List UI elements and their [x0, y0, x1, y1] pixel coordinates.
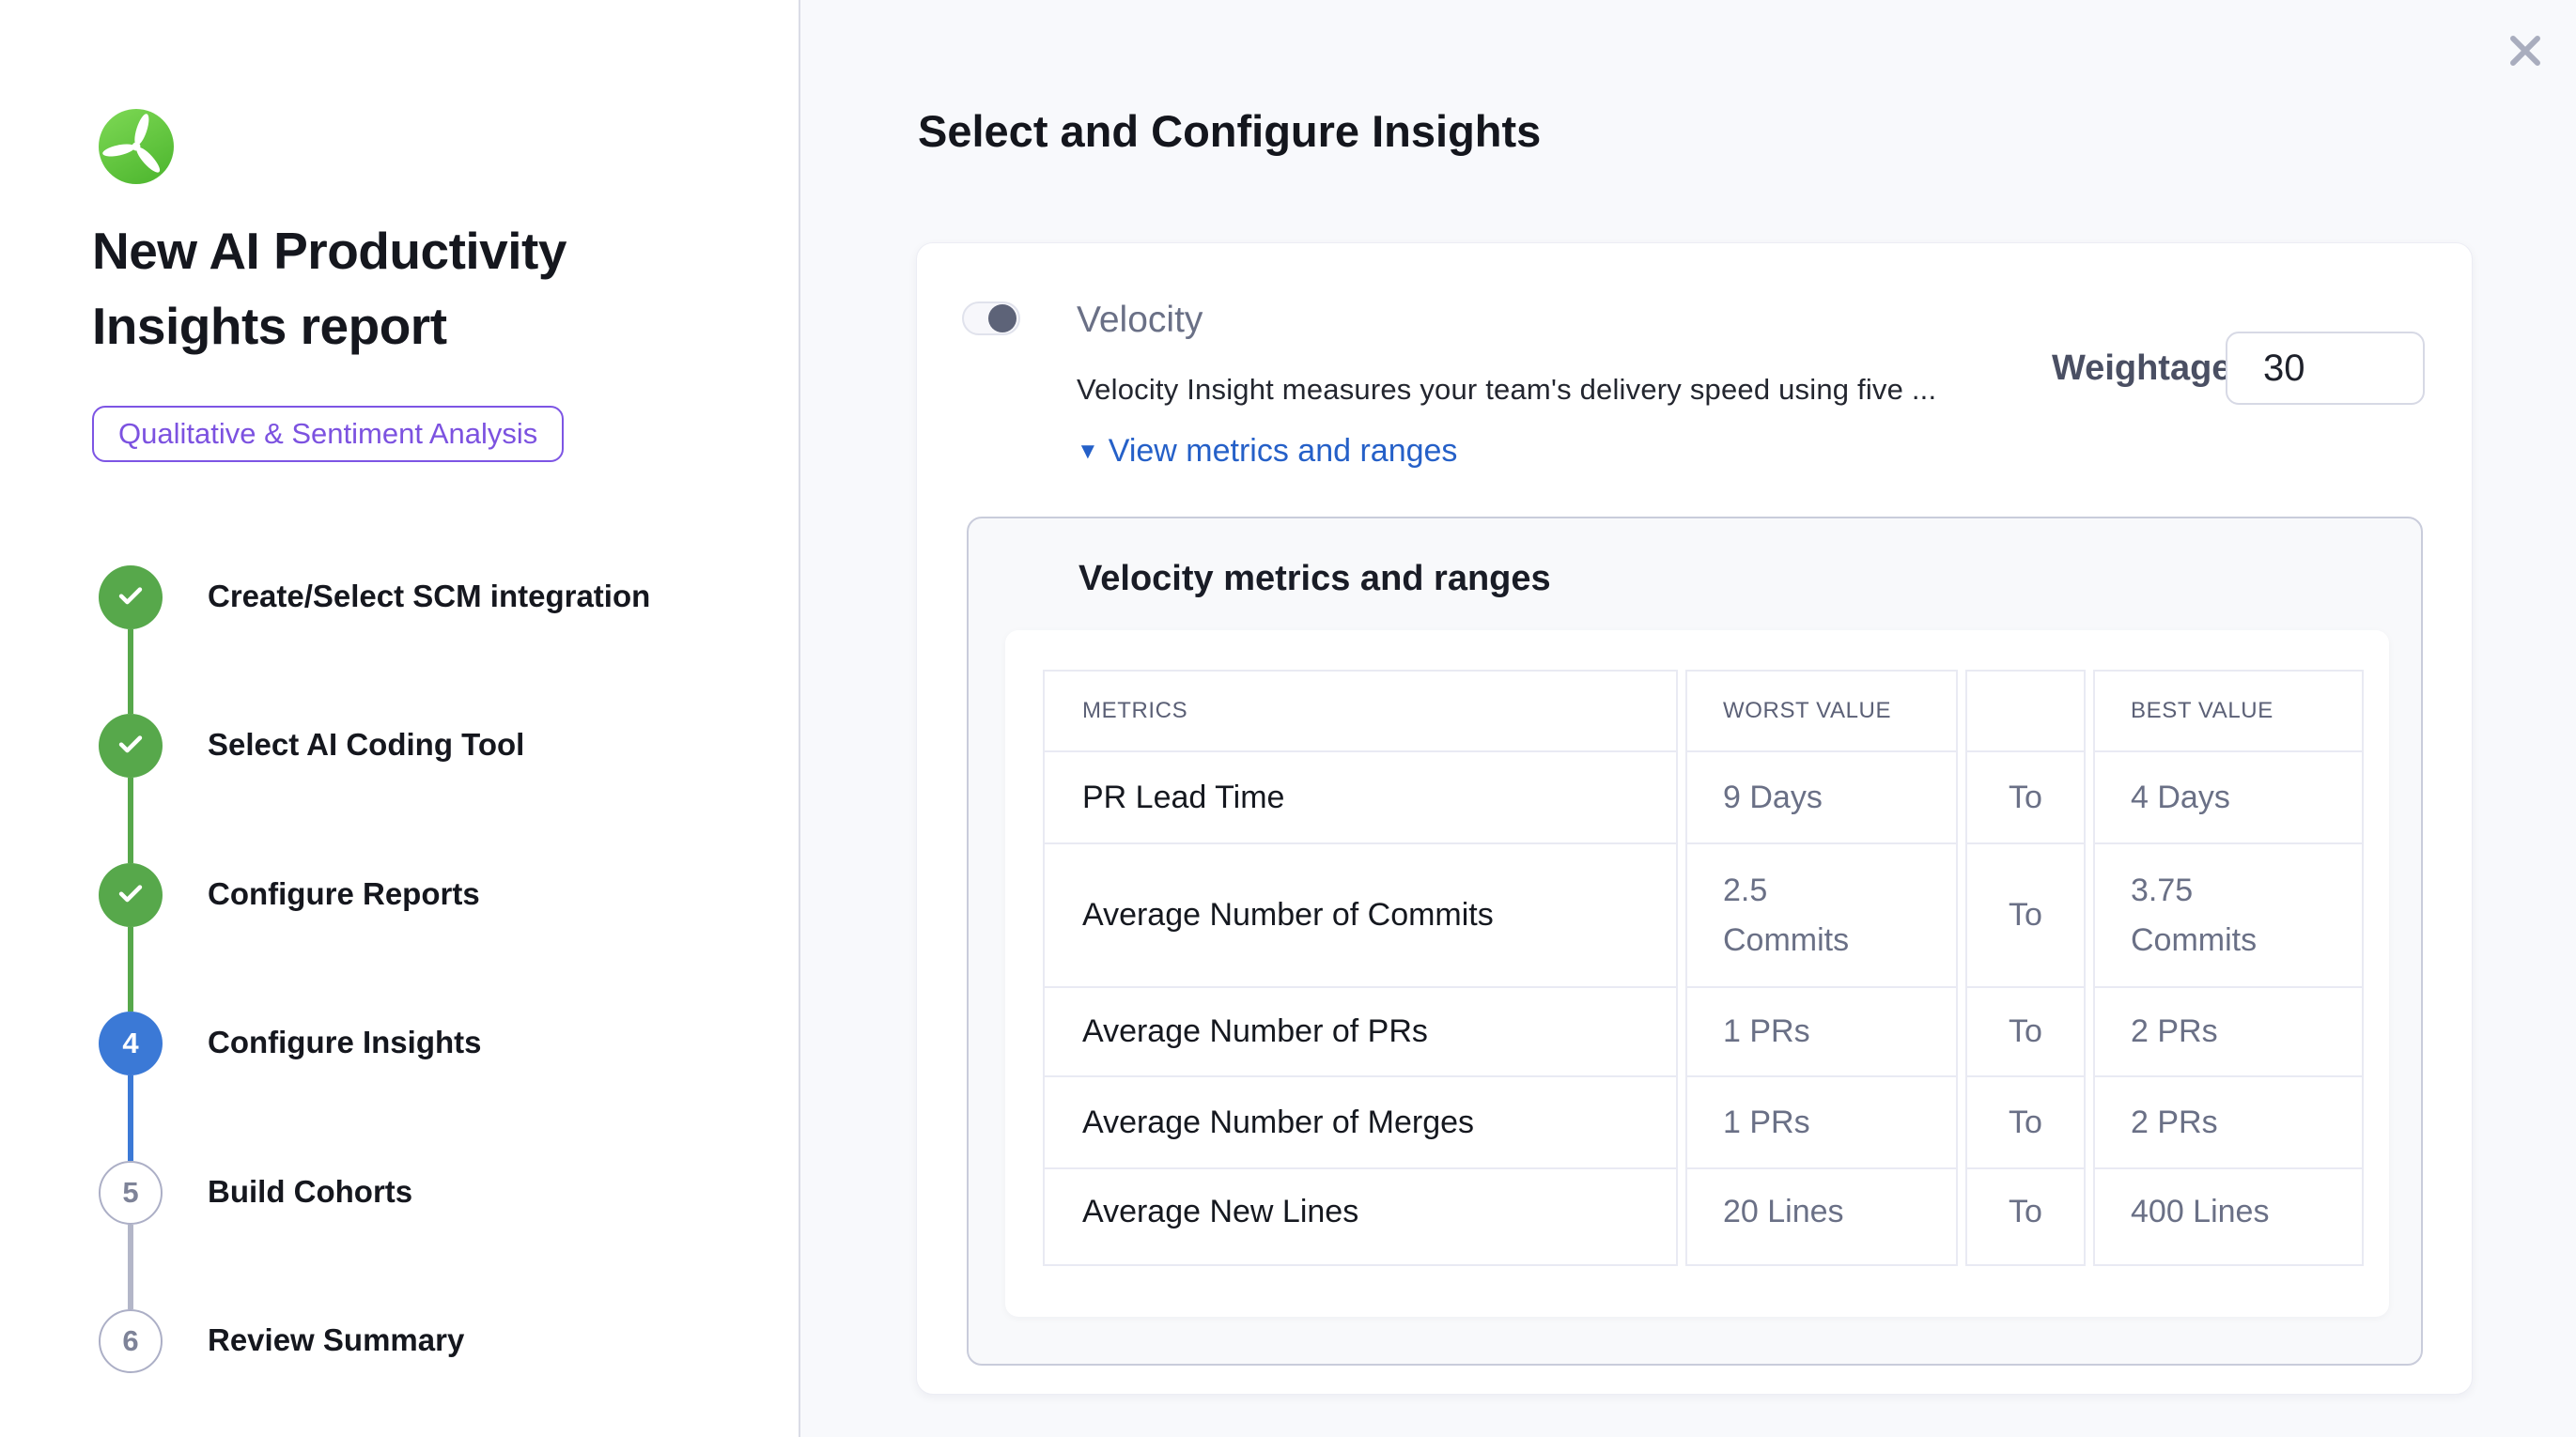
caret-down-icon: ▼ [1077, 440, 1099, 463]
check-icon [115, 579, 147, 616]
step-1-label[interactable]: Create/Select SCM integration [208, 579, 650, 614]
step-4-circle[interactable]: 4 [99, 1012, 163, 1075]
insight-card: Velocity Velocity Insight measures your … [916, 242, 2473, 1395]
weightage-input[interactable] [2226, 332, 2425, 405]
report-title: New AI Productivity Insights report [92, 214, 637, 364]
step-connector [128, 629, 133, 714]
view-metrics-link[interactable]: ▼ View metrics and ranges [1077, 433, 1457, 470]
step-1-circle[interactable] [99, 565, 163, 629]
to-column: To To To To To [1965, 670, 2086, 1266]
table-cell-best: 2 PRs [2095, 986, 2362, 1075]
table-cell-worst: 20 Lines [1687, 1167, 1956, 1255]
table-cell-to: To [1967, 1167, 2084, 1255]
table-cell-metric: Average Number of PRs [1045, 986, 1676, 1075]
panel-title: Select and Configure Insights [918, 105, 1541, 157]
table-cell-best: 3.75 Commits [2095, 842, 2362, 986]
insight-description: Velocity Insight measures your team's de… [1077, 373, 1936, 407]
metrics-section-title: Velocity metrics and ranges [1079, 559, 1551, 599]
close-icon[interactable] [2501, 26, 2550, 75]
check-icon [115, 728, 147, 765]
table-cell-metric: PR Lead Time [1045, 750, 1676, 842]
table-cell-best: 2 PRs [2095, 1075, 2362, 1167]
app-window: New AI Productivity Insights report Qual… [0, 0, 2576, 1437]
view-metrics-link-label: View metrics and ranges [1109, 433, 1458, 470]
step-connector [128, 1075, 133, 1161]
metrics-column: METRICS PR Lead Time Average Number of C… [1043, 670, 1678, 1266]
table-cell-worst: 1 PRs [1687, 1075, 1956, 1167]
step-3-circle[interactable] [99, 863, 163, 927]
step-2-circle[interactable] [99, 714, 163, 778]
metrics-ranges-section: Velocity metrics and ranges METRICS PR L… [967, 517, 2423, 1366]
step-4-number: 4 [122, 1027, 138, 1060]
metrics-table: METRICS PR Lead Time Average Number of C… [1043, 670, 2364, 1266]
table-cell-best: 400 Lines [2095, 1167, 2362, 1255]
step-4-label[interactable]: Configure Insights [208, 1025, 482, 1060]
column-header-worst: WORST VALUE [1687, 672, 1956, 750]
table-cell-best: 4 Days [2095, 750, 2362, 842]
step-6-circle[interactable]: 6 [99, 1309, 163, 1373]
step-connector [128, 778, 133, 863]
worst-value-column: WORST VALUE 9 Days 2.5 Commits 1 PRs 1 P… [1685, 670, 1958, 1266]
table-cell-to: To [1967, 842, 2084, 986]
metrics-table-card: METRICS PR Lead Time Average Number of C… [1005, 630, 2389, 1317]
column-header-metrics: METRICS [1045, 672, 1676, 750]
column-header-best: BEST VALUE [2095, 672, 2362, 750]
step-connector [128, 1225, 133, 1309]
table-cell-metric: Average Number of Merges [1045, 1075, 1676, 1167]
step-6-label[interactable]: Review Summary [208, 1322, 464, 1358]
table-cell-metric: Average New Lines [1045, 1167, 1676, 1255]
weightage-label: Weightage [2052, 348, 2231, 389]
step-5-label[interactable]: Build Cohorts [208, 1174, 412, 1210]
configure-insights-panel: Select and Configure Insights Velocity V… [800, 0, 2576, 1437]
column-header-empty [1967, 672, 2084, 750]
sidebar: New AI Productivity Insights report Qual… [0, 0, 800, 1437]
table-cell-worst: 1 PRs [1687, 986, 1956, 1075]
table-cell-to: To [1967, 986, 2084, 1075]
table-cell-to: To [1967, 750, 2084, 842]
best-value-column: BEST VALUE 4 Days 3.75 Commits 2 PRs 2 P… [2093, 670, 2364, 1266]
table-cell-worst: 2.5 Commits [1687, 842, 1956, 986]
app-logo-icon [99, 109, 174, 184]
toggle-knob [988, 304, 1016, 332]
step-connector [128, 927, 133, 1012]
check-icon [115, 877, 147, 914]
step-2-label[interactable]: Select AI Coding Tool [208, 727, 524, 763]
step-6-number: 6 [122, 1324, 138, 1358]
table-cell-metric: Average Number of Commits [1045, 842, 1676, 986]
step-5-circle[interactable]: 5 [99, 1161, 163, 1225]
step-5-number: 5 [122, 1176, 138, 1210]
insight-name: Velocity [1077, 300, 1203, 341]
step-3-label[interactable]: Configure Reports [208, 876, 480, 912]
velocity-toggle[interactable] [962, 301, 1020, 335]
report-type-badge: Qualitative & Sentiment Analysis [92, 406, 564, 462]
table-cell-to: To [1967, 1075, 2084, 1167]
table-cell-worst: 9 Days [1687, 750, 1956, 842]
